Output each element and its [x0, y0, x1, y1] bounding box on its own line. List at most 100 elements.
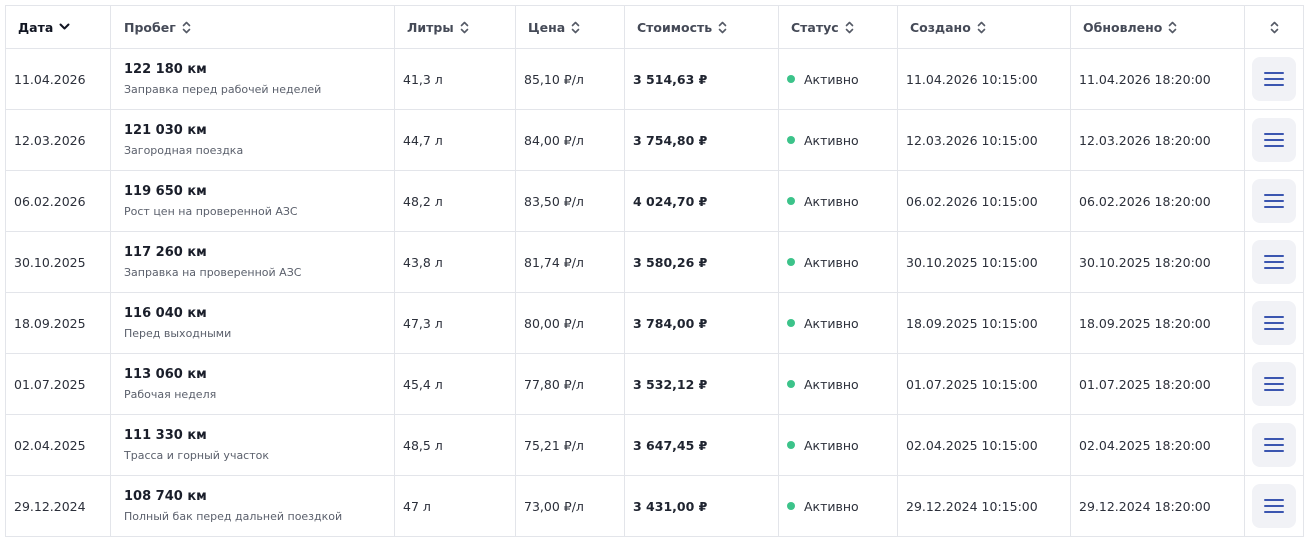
cell-date: 02.04.2025 — [6, 415, 111, 476]
cell-price: 80,00 ₽/л — [516, 293, 625, 354]
header-date[interactable]: Дата — [6, 6, 111, 49]
status-badge: Активно — [787, 133, 859, 148]
status-badge: Активно — [787, 499, 859, 514]
cell-price: 75,21 ₽/л — [516, 415, 625, 476]
cell-date: 11.04.2026 — [6, 49, 111, 110]
cell-liters: 48,2 л — [395, 171, 516, 232]
mileage-note: Полный бак перед дальней поездкой — [124, 510, 343, 523]
price-value: 73,00 ₽/л — [524, 498, 584, 514]
cell-status: Активно — [779, 476, 898, 537]
sort-icon — [1270, 21, 1279, 34]
table-row[interactable]: 18.09.2025 116 040 км Перед выходными 47,3 … — [6, 293, 1304, 354]
sort-icon — [977, 21, 986, 34]
cell-liters: 43,8 л — [395, 232, 516, 293]
header-price[interactable]: Цена — [516, 6, 625, 49]
sort-desc-icon — [59, 23, 70, 31]
cell-updated: 18.09.2025 18:20:00 — [1071, 293, 1245, 354]
cell-mileage: 108 740 км Полный бак перед дальней поезд… — [111, 476, 395, 537]
header-liters[interactable]: Литры — [395, 6, 516, 49]
mileage-value: 108 740 км — [124, 489, 207, 504]
date-value: 18.09.2025 — [14, 315, 86, 331]
cell-created: 18.09.2025 10:15:00 — [898, 293, 1071, 354]
header-created-label: Создано — [910, 19, 971, 35]
status-label: Активно — [804, 132, 859, 148]
table-row[interactable]: 29.12.2024 108 740 км Полный бак перед дал… — [6, 476, 1304, 537]
created-value: 11.04.2026 10:15:00 — [906, 71, 1038, 87]
menu-icon — [1264, 132, 1284, 148]
row-menu-button[interactable] — [1252, 484, 1296, 528]
status-badge: Активно — [787, 255, 859, 270]
menu-icon — [1264, 71, 1284, 87]
cell-date: 01.07.2025 — [6, 354, 111, 415]
table-row[interactable]: 02.04.2025 111 330 км Трасса и горный учас… — [6, 415, 1304, 476]
sort-icon — [571, 21, 580, 34]
updated-value: 11.04.2026 18:20:00 — [1079, 71, 1211, 87]
cell-cost: 4 024,70 ₽ — [625, 171, 779, 232]
header-cost[interactable]: Стоимость — [625, 6, 779, 49]
cell-date: 12.03.2026 — [6, 110, 111, 171]
row-menu-button[interactable] — [1252, 362, 1296, 406]
updated-value: 29.12.2024 18:20:00 — [1079, 498, 1211, 514]
cell-status: Активно — [779, 171, 898, 232]
cell-updated: 12.03.2026 18:20:00 — [1071, 110, 1245, 171]
created-value: 01.07.2025 10:15:00 — [906, 376, 1038, 392]
table-row[interactable]: 11.04.2026 122 180 км Заправка перед рабоч… — [6, 49, 1304, 110]
sort-icon — [1168, 21, 1177, 34]
sort-icon — [845, 21, 854, 34]
table-row[interactable]: 12.03.2026 121 030 км Загородная поездка 44… — [6, 110, 1304, 171]
cell-cost: 3 514,63 ₽ — [625, 49, 779, 110]
header-actions[interactable] — [1245, 6, 1304, 49]
liters-value: 43,8 л — [403, 254, 443, 270]
price-value: 85,10 ₽/л — [524, 71, 584, 87]
created-value: 06.02.2026 10:15:00 — [906, 193, 1038, 209]
cell-cost: 3 431,00 ₽ — [625, 476, 779, 537]
menu-icon — [1264, 315, 1284, 331]
cell-created: 30.10.2025 10:15:00 — [898, 232, 1071, 293]
updated-value: 02.04.2025 18:20:00 — [1079, 437, 1211, 453]
cell-created: 11.04.2026 10:15:00 — [898, 49, 1071, 110]
cell-price: 83,50 ₽/л — [516, 171, 625, 232]
header-date-label: Дата — [18, 19, 54, 35]
header-updated[interactable]: Обновлено — [1071, 6, 1245, 49]
status-label: Активно — [804, 376, 859, 392]
created-value: 30.10.2025 10:15:00 — [906, 254, 1038, 270]
header-cost-label: Стоимость — [637, 19, 713, 35]
cell-liters: 44,7 л — [395, 110, 516, 171]
mileage-value: 113 060 км — [124, 367, 207, 382]
cell-mileage: 111 330 км Трасса и горный участок — [111, 415, 395, 476]
updated-value: 12.03.2026 18:20:00 — [1079, 132, 1211, 148]
cell-created: 12.03.2026 10:15:00 — [898, 110, 1071, 171]
cell-price: 81,74 ₽/л — [516, 232, 625, 293]
liters-value: 48,5 л — [403, 437, 443, 453]
table-row[interactable]: 30.10.2025 117 260 км Заправка на проверен… — [6, 232, 1304, 293]
row-menu-button[interactable] — [1252, 179, 1296, 223]
cell-cost: 3 532,12 ₽ — [625, 354, 779, 415]
created-value: 02.04.2025 10:15:00 — [906, 437, 1038, 453]
row-menu-button[interactable] — [1252, 118, 1296, 162]
row-menu-button[interactable] — [1252, 301, 1296, 345]
price-value: 77,80 ₽/л — [524, 376, 584, 392]
header-mileage[interactable]: Пробег — [111, 6, 395, 49]
table-row[interactable]: 06.02.2026 119 650 км Рост цен на проверен… — [6, 171, 1304, 232]
mileage-note: Заправка на проверенной АЗС — [124, 266, 302, 279]
mileage-value: 116 040 км — [124, 306, 207, 321]
cell-cost: 3 580,26 ₽ — [625, 232, 779, 293]
status-dot-icon — [787, 502, 795, 510]
liters-value: 47 л — [403, 498, 431, 514]
date-value: 30.10.2025 — [14, 254, 86, 270]
row-menu-button[interactable] — [1252, 57, 1296, 101]
liters-value: 41,3 л — [403, 71, 443, 87]
header-created[interactable]: Создано — [898, 6, 1071, 49]
price-value: 80,00 ₽/л — [524, 315, 584, 331]
cell-mileage: 113 060 км Рабочая неделя — [111, 354, 395, 415]
date-value: 12.03.2026 — [14, 132, 86, 148]
mileage-note: Трасса и горный участок — [124, 449, 270, 462]
cell-updated: 01.07.2025 18:20:00 — [1071, 354, 1245, 415]
updated-value: 06.02.2026 18:20:00 — [1079, 193, 1211, 209]
status-badge: Активно — [787, 72, 859, 87]
row-menu-button[interactable] — [1252, 240, 1296, 284]
cell-price: 84,00 ₽/л — [516, 110, 625, 171]
table-row[interactable]: 01.07.2025 113 060 км Рабочая неделя 45,4 л… — [6, 354, 1304, 415]
row-menu-button[interactable] — [1252, 423, 1296, 467]
header-status[interactable]: Статус — [779, 6, 898, 49]
